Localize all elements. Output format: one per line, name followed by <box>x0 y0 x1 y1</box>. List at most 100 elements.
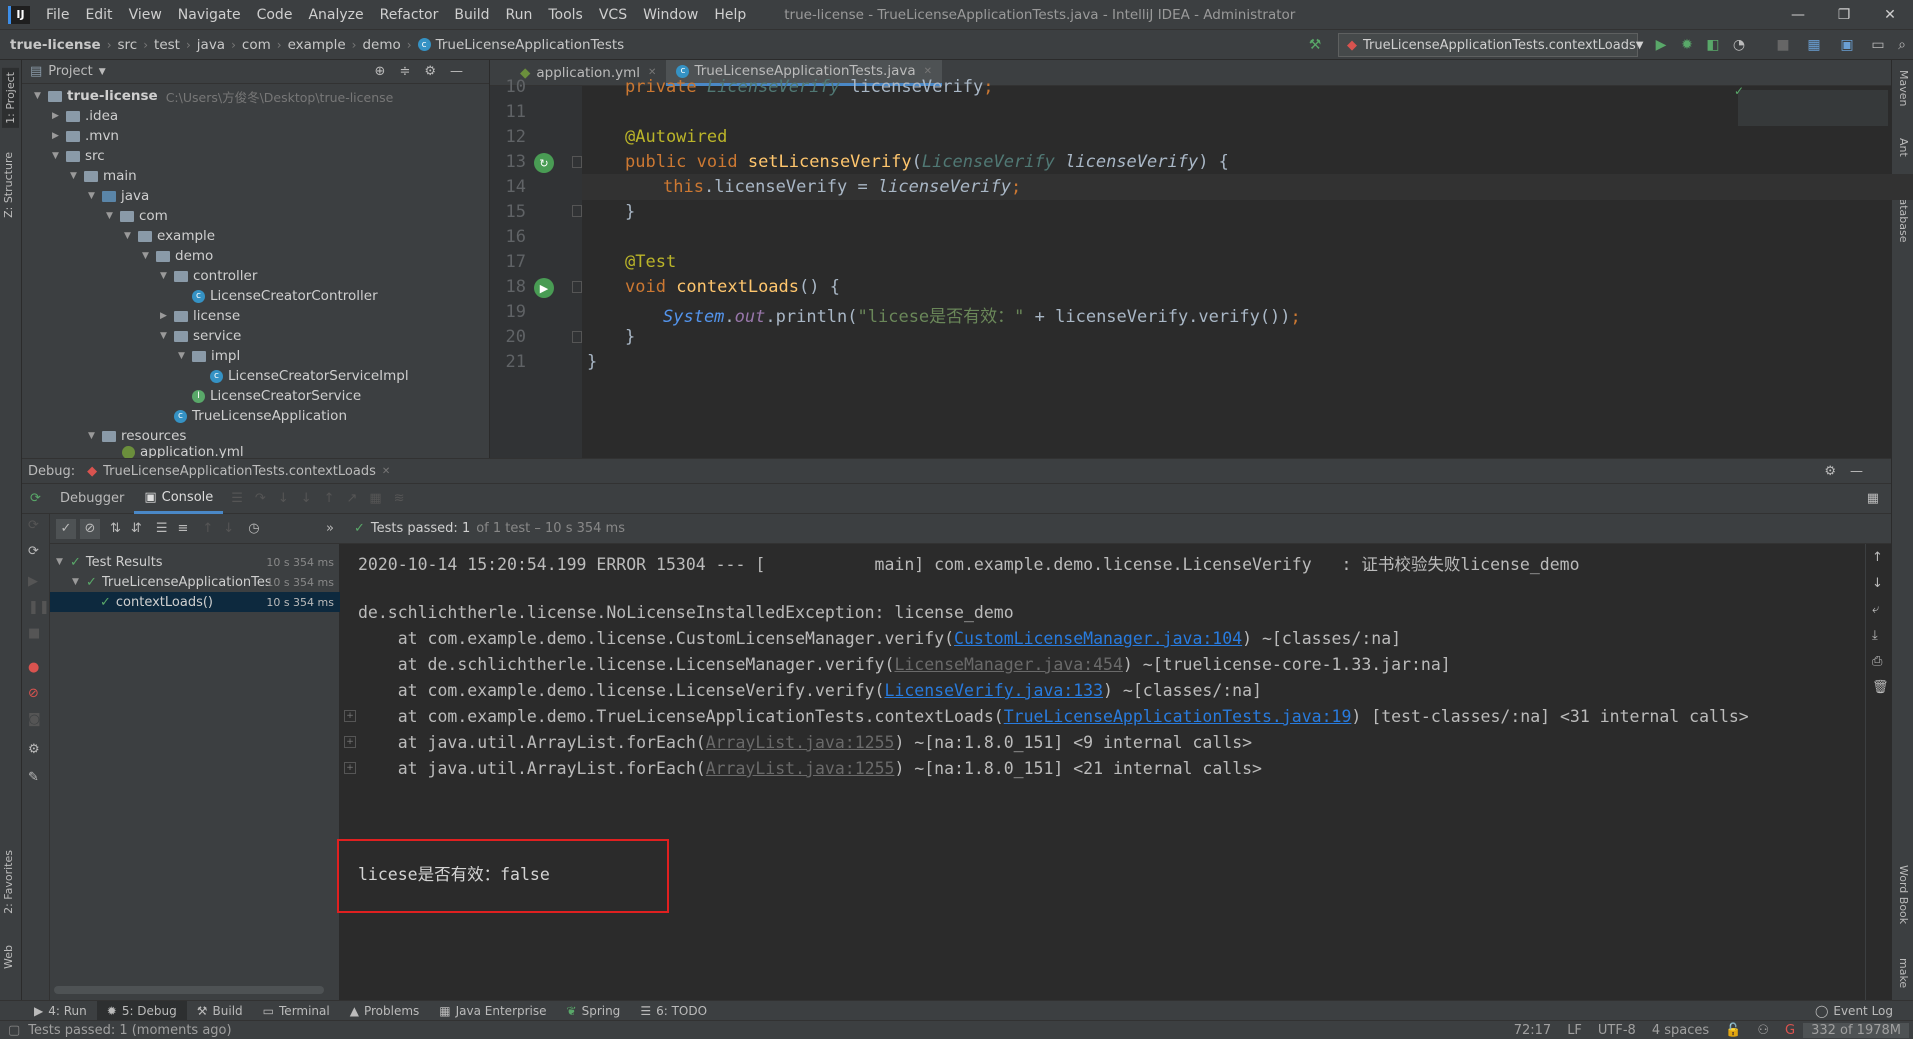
stop-icon[interactable]: ■ <box>28 626 40 641</box>
code-editor[interactable]: 10 11 12 13 14 15 16 17 18 19 20 21 ↻ ▶ … <box>490 77 1913 458</box>
stack-link[interactable]: ArrayList.java:1255 <box>706 733 895 752</box>
menu-help[interactable]: Help <box>706 7 754 23</box>
tree-item-license-creator-service-impl[interactable]: c LicenseCreatorServiceImpl <box>210 366 409 386</box>
indent-setting[interactable]: 4 spaces <box>1644 1023 1717 1038</box>
tree-item-true-license-application[interactable]: c TrueLicenseApplication <box>174 406 347 426</box>
rerun-icon[interactable]: ⟳ <box>30 491 50 506</box>
menu-code[interactable]: Code <box>249 7 301 23</box>
tree-item-src[interactable]: ▼ src <box>52 146 105 166</box>
tree-item-application-yml[interactable]: application.yml <box>122 446 244 458</box>
code-minimap[interactable] <box>1738 90 1888 126</box>
tree-item-license[interactable]: ▶ license <box>160 306 240 326</box>
sort-alpha-icon[interactable]: ⇅ <box>110 521 121 536</box>
tool-run[interactable]: ▶ 4: Run <box>24 1001 97 1021</box>
console-output[interactable]: 2020-10-14 15:20:54.199 ERROR 15304 --- … <box>340 544 1865 1000</box>
menu-window[interactable]: Window <box>635 7 706 23</box>
debug-session-tab[interactable]: TrueLicenseApplicationTests.contextLoads <box>103 464 376 479</box>
fold-marker-icon[interactable] <box>572 156 582 168</box>
expand-internal-calls-icon[interactable]: + <box>344 710 356 722</box>
tree-item-impl[interactable]: ▼ impl <box>178 346 240 366</box>
stack-link[interactable]: ArrayList.java:1255 <box>706 759 895 778</box>
hide-icon[interactable]: — <box>1850 464 1877 479</box>
tree-item-com[interactable]: ▼ com <box>106 206 168 226</box>
tool-windows-icon[interactable]: ▢ <box>8 1023 20 1038</box>
down-arrow-icon[interactable]: ↓ <box>1872 576 1883 591</box>
tool-tab-make[interactable]: make <box>1897 958 1910 988</box>
breadcrumb-src[interactable]: src <box>118 37 138 53</box>
print-icon[interactable]: ⎙ <box>1872 654 1882 669</box>
tool-build[interactable]: ⚒ Build <box>187 1001 253 1021</box>
tree-item-controller[interactable]: ▼ controller <box>160 266 257 286</box>
breadcrumb-class[interactable]: TrueLicenseApplicationTests <box>436 37 625 53</box>
sort-duration-icon[interactable]: ⇵ <box>131 521 142 536</box>
google-icon[interactable]: G <box>1777 1023 1803 1038</box>
breadcrumb-demo[interactable]: demo <box>362 37 400 53</box>
tree-item-main[interactable]: ▼ main <box>70 166 137 186</box>
test-class-node[interactable]: ▼ ✓ TrueLicenseApplicationTest 10 s 354 m… <box>50 572 340 592</box>
close-tab-icon[interactable]: ✕ <box>924 66 932 77</box>
project-structure-icon[interactable]: ▦ <box>1805 36 1823 54</box>
resume-program-icon[interactable]: ▶ <box>28 574 38 589</box>
search-icon[interactable]: ⌕ <box>1893 36 1911 54</box>
menu-edit[interactable]: Edit <box>77 7 120 23</box>
collapse-all-icon[interactable]: ≡ <box>177 521 188 536</box>
pause-icon[interactable]: ❚❚ <box>28 600 50 615</box>
coverage-icon[interactable]: ◧ <box>1704 36 1722 54</box>
tool-tab-favorites[interactable]: 2: Favorites <box>2 850 15 914</box>
run-test-gutter-icon[interactable]: ▶ <box>534 278 554 298</box>
breadcrumb-java[interactable]: java <box>197 37 225 53</box>
run-configuration-selector[interactable]: ◆ TrueLicenseApplicationTests.contextLoa… <box>1338 33 1643 57</box>
breadcrumb-test[interactable]: test <box>154 37 180 53</box>
soft-wrap-icon[interactable]: ⤶ <box>1872 602 1879 617</box>
inspection-icon[interactable]: ⚇ <box>1749 1023 1777 1038</box>
tool-todo[interactable]: ☰ 6: TODO <box>630 1001 717 1021</box>
tab-console[interactable]: ▣ Console <box>134 484 224 514</box>
show-ignored-icon[interactable]: ⊘ <box>80 518 100 539</box>
expand-internal-calls-icon[interactable]: + <box>344 762 356 774</box>
profile-icon[interactable]: ◔ <box>1730 36 1748 54</box>
breadcrumb-com[interactable]: com <box>242 37 271 53</box>
horizontal-scrollbar[interactable] <box>54 986 324 994</box>
close-icon[interactable]: ✕ <box>1867 0 1913 30</box>
minimize-icon[interactable]: — <box>1775 0 1821 30</box>
tree-item-idea[interactable]: ▶ .idea <box>52 106 118 126</box>
menu-refactor[interactable]: Refactor <box>372 7 447 23</box>
menu-navigate[interactable]: Navigate <box>170 7 249 23</box>
memory-indicator[interactable]: 332 of 1978M <box>1803 1022 1909 1038</box>
breadcrumb-project[interactable]: true-license <box>10 37 101 53</box>
chevron-down-icon[interactable]: ▼ <box>99 67 106 77</box>
hide-icon[interactable]: — <box>450 64 477 79</box>
menu-view[interactable]: View <box>121 7 170 23</box>
tool-tab-web[interactable]: Web <box>2 945 15 969</box>
project-panel-title[interactable]: Project <box>48 64 92 79</box>
tool-terminal[interactable]: ▭ Terminal <box>253 1001 340 1021</box>
locate-icon[interactable]: ⊕ <box>375 64 400 79</box>
tool-debug[interactable]: ✹ 5: Debug <box>96 1000 187 1021</box>
tree-item-mvn[interactable]: ▶ .mvn <box>52 126 119 146</box>
tree-item-license-creator-controller[interactable]: c LicenseCreatorController <box>192 286 378 306</box>
stack-link[interactable]: LicenseManager.java:454 <box>894 655 1122 674</box>
next-test-icon[interactable]: ↓ <box>223 521 234 536</box>
stop-icon[interactable]: ■ <box>1774 36 1792 54</box>
more-icon[interactable]: » <box>326 521 334 536</box>
file-encoding[interactable]: UTF-8 <box>1590 1023 1644 1038</box>
close-tab-icon[interactable]: ✕ <box>382 466 390 477</box>
menu-run[interactable]: Run <box>498 7 541 23</box>
presentation-icon[interactable]: ▭ <box>1869 36 1887 54</box>
gear-icon[interactable]: ⚙ <box>424 64 450 79</box>
tool-java-enterprise[interactable]: ▦ Java Enterprise <box>429 1001 556 1021</box>
menu-build[interactable]: Build <box>446 7 497 23</box>
restore-icon[interactable]: ❐ <box>1821 0 1867 30</box>
test-method-node[interactable]: ✓ contextLoads() 10 s 354 ms <box>50 592 340 612</box>
translate-icon[interactable]: ▣ <box>1838 36 1856 54</box>
breakpoints-icon[interactable]: ● <box>28 660 39 675</box>
show-passed-icon[interactable]: ✓ <box>56 518 76 539</box>
tree-item-service[interactable]: ▼ service <box>160 326 241 346</box>
trash-icon[interactable]: 🗑 <box>1872 680 1889 695</box>
layout-icon[interactable]: ▦ <box>1867 491 1879 506</box>
status-message[interactable]: Tests passed: 1 (moments ago) <box>26 1023 239 1038</box>
implementation-gutter-icon[interactable]: ↻ <box>534 153 554 173</box>
tree-item-license-creator-service[interactable]: I LicenseCreatorService <box>192 386 361 406</box>
tool-tab-word-book[interactable]: Word Book <box>1897 865 1910 924</box>
run-icon[interactable]: ▶ <box>1652 36 1670 54</box>
